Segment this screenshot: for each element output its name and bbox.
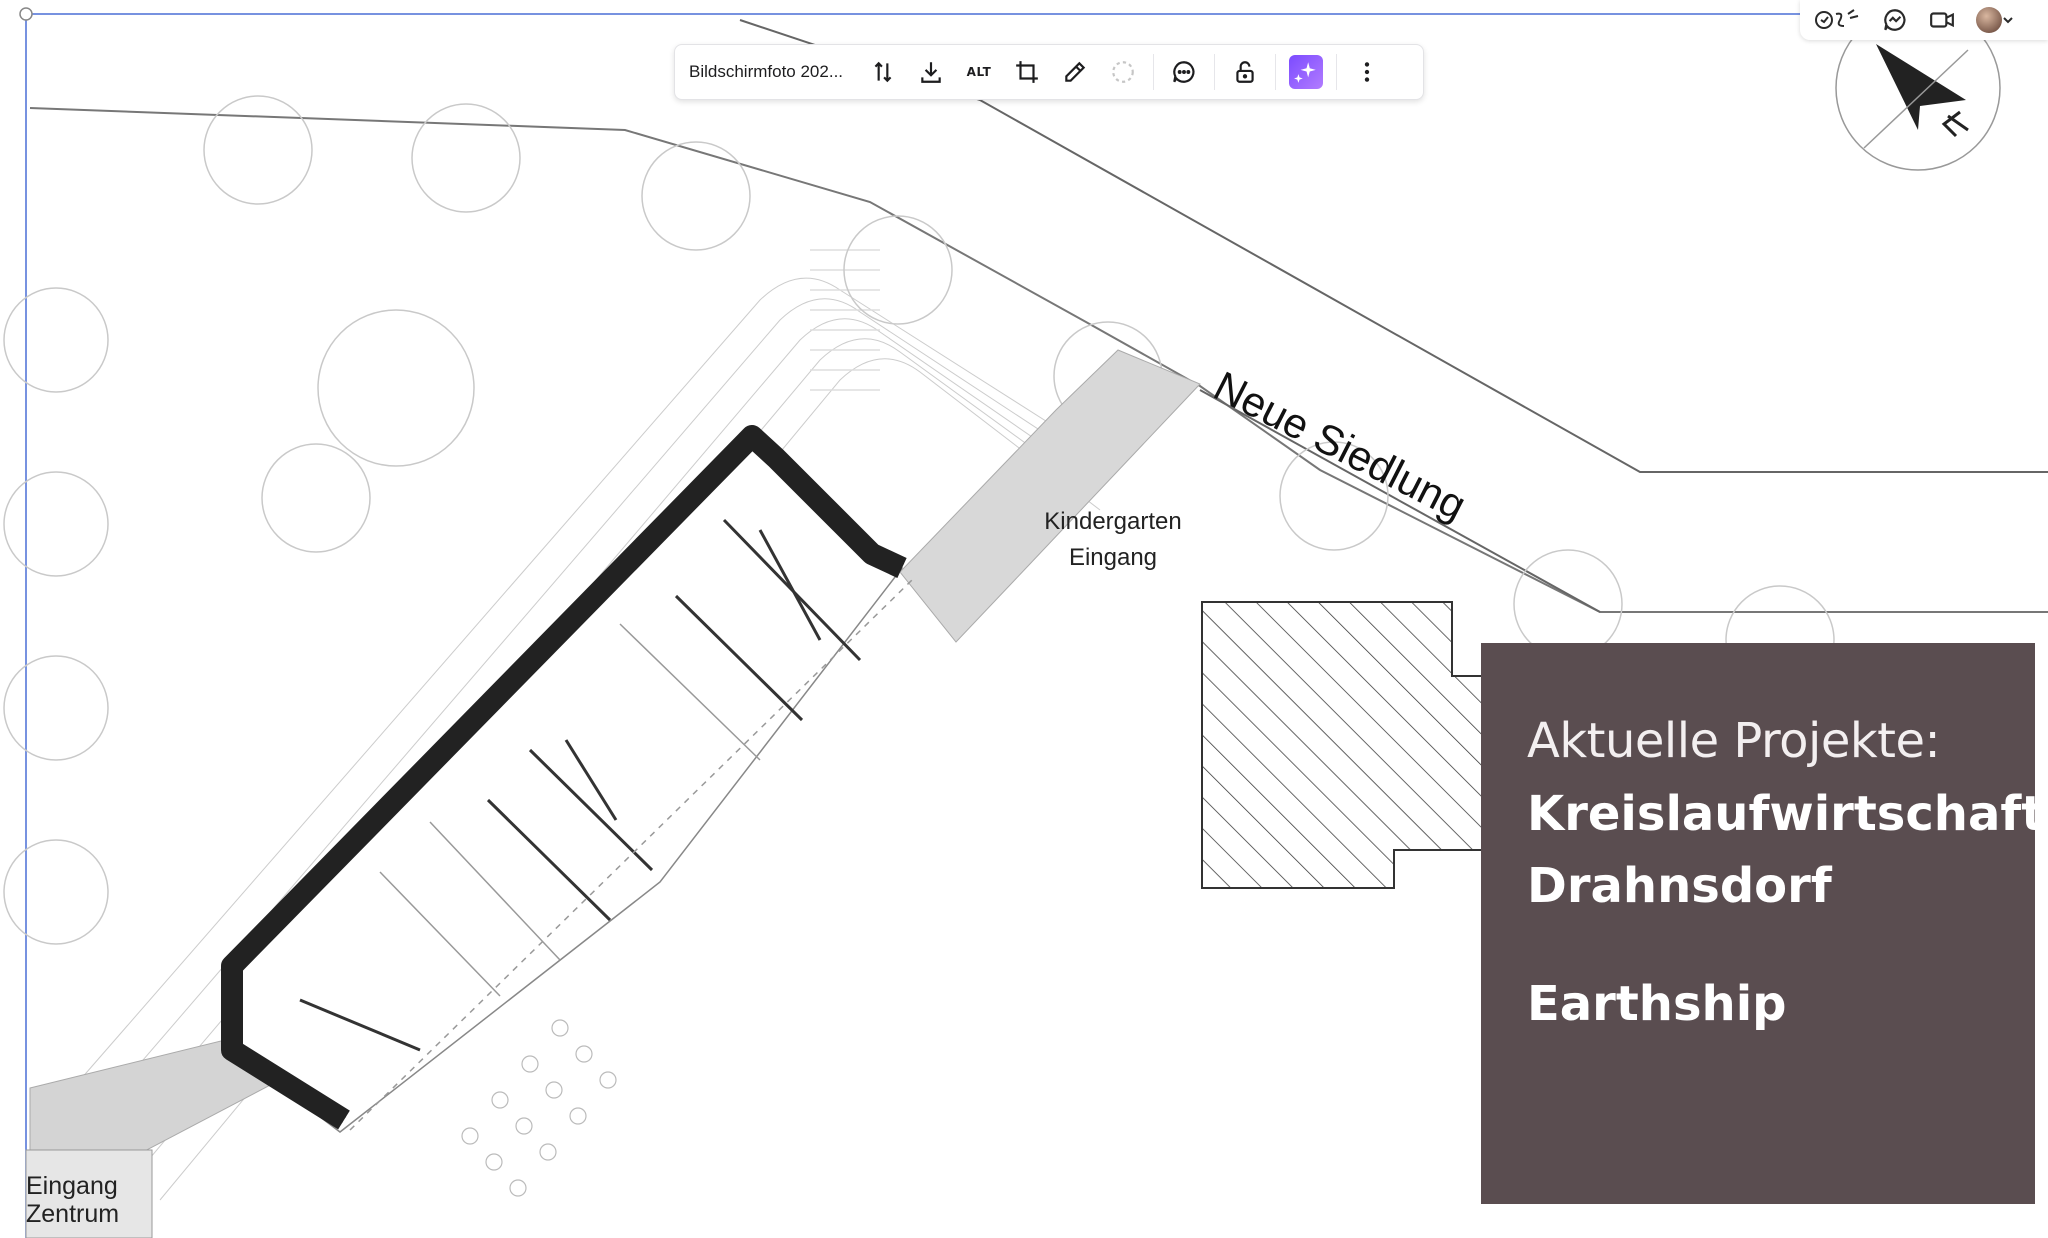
- project-item: Kreislaufwirtschaft: [1527, 786, 2045, 842]
- kindergarten-label-line1: Kindergarten: [1044, 508, 1182, 535]
- zentrum-label-line1: Eingang: [26, 1172, 118, 1200]
- mention-button[interactable]: [1814, 8, 1862, 32]
- lock-button[interactable]: [1221, 50, 1269, 94]
- unlock-icon: [1236, 61, 1254, 83]
- kindergarten-entrance-path: [899, 349, 1201, 643]
- projects-panel[interactable]: Aktuelle Projekte: Kreislaufwirtschaft D…: [1481, 643, 2045, 1204]
- parking-stripes: [810, 249, 880, 391]
- comment-icon: [1173, 61, 1195, 83]
- loading-button[interactable]: [1099, 50, 1147, 94]
- toolbar-divider: [1275, 54, 1276, 90]
- more-icon: [1364, 62, 1370, 82]
- kindergarten-entrance-label: Kindergarten Eingang: [1038, 504, 1188, 576]
- chat-icon: [1884, 9, 1906, 31]
- projects-heading: Aktuelle Projekte:: [1527, 713, 1941, 769]
- crop-button[interactable]: [1003, 50, 1051, 94]
- pencil-icon: [1065, 61, 1086, 82]
- project-item: Earthship: [1527, 976, 1787, 1032]
- toolbar-divider: [1336, 54, 1337, 90]
- crop-icon: [1016, 61, 1038, 83]
- video-button[interactable]: [1928, 7, 1956, 33]
- zentrum-label-line2: Zentrum: [26, 1200, 120, 1228]
- flip-button[interactable]: [859, 50, 907, 94]
- garden-beds: [461, 1019, 617, 1197]
- loading-icon: [1112, 61, 1134, 83]
- canvas-stage: Bildschirmfoto 202... ALT Neue Siedlung …: [0, 0, 2048, 1238]
- chevron-down-icon: [2003, 17, 2013, 24]
- toolbar-divider: [1214, 54, 1215, 90]
- zentrum-entrance-label: Eingang Zentrum: [26, 1172, 119, 1228]
- toolbar-divider: [1153, 54, 1154, 90]
- video-icon: [1930, 12, 1954, 28]
- kindergarten-building: [221, 425, 913, 1133]
- kindergarten-label-line2: Eingang: [1068, 544, 1158, 571]
- more-options-button[interactable]: [1343, 50, 1391, 94]
- flip-icon: [874, 61, 892, 83]
- collaboration-toolbar: [1800, 0, 2048, 40]
- alt-text-label: ALT: [966, 65, 992, 79]
- magic-button[interactable]: [1282, 50, 1330, 94]
- north-arrow-icon: [1863, 44, 1969, 149]
- alt-text-button[interactable]: ALT: [955, 50, 1003, 94]
- image-toolbar: Bildschirmfoto 202... ALT: [674, 44, 1424, 100]
- image-filename[interactable]: Bildschirmfoto 202...: [689, 62, 859, 82]
- magic-icon: [1289, 55, 1323, 89]
- mention-icon: [1815, 9, 1859, 29]
- download-button[interactable]: [907, 50, 955, 94]
- avatar: [1976, 7, 2002, 33]
- user-menu-button[interactable]: [1976, 7, 2014, 33]
- chat-button[interactable]: [1882, 7, 1908, 33]
- selection-handle[interactable]: [19, 7, 33, 21]
- download-icon: [921, 62, 941, 83]
- edit-button[interactable]: [1051, 50, 1099, 94]
- project-item: Drahnsdorf: [1527, 858, 1832, 914]
- comment-button[interactable]: [1160, 50, 1208, 94]
